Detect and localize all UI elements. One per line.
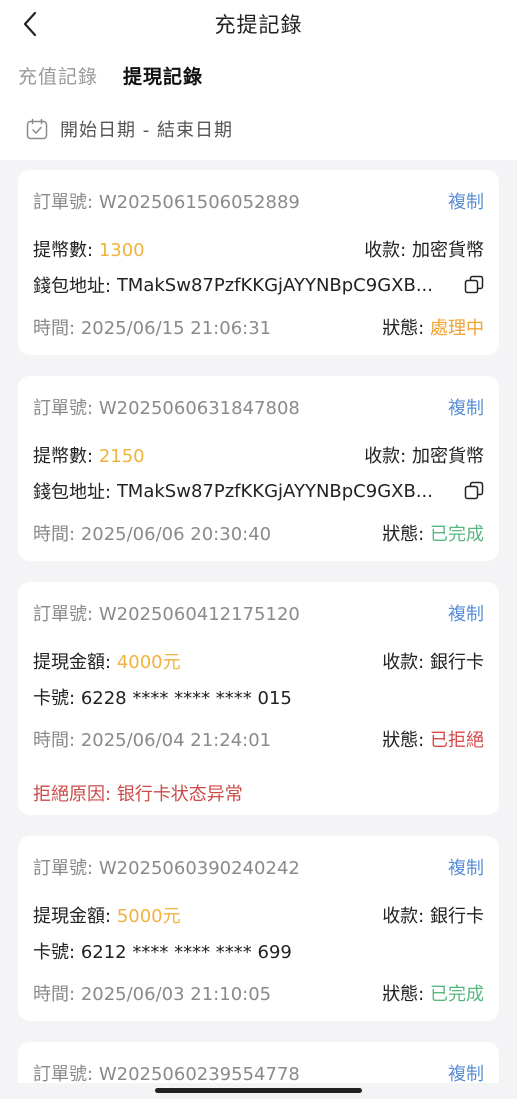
receive-method: 銀行卡: [430, 906, 484, 927]
date-range-label: 開始日期 - 結束日期: [60, 120, 233, 141]
time-value: 2025/06/06 20:30:40: [80, 524, 272, 545]
receive-method: 加密貨幣: [412, 446, 484, 467]
card-number-value: 6212 **** **** **** 699: [80, 942, 292, 963]
amount-label: 提現金額:: [33, 906, 112, 927]
date-range-picker[interactable]: 開始日期 - 結束日期: [26, 115, 233, 143]
status-badge: 已完成: [430, 984, 484, 1005]
order-number: W2025060390240242: [98, 858, 300, 879]
calendar-icon: [26, 118, 48, 140]
time-label: 時間:: [33, 984, 76, 1005]
copy-order-button[interactable]: 複制: [448, 188, 484, 214]
status-label: 狀態:: [382, 318, 425, 339]
wallet-address-value: TMakSw87PzfKKGjAYYNBpC9GXB...: [116, 480, 433, 502]
order-number: W2025060631847808: [98, 398, 300, 419]
order-number: W2025060412175120: [98, 604, 300, 625]
order-number: W2025061506052889: [98, 192, 300, 213]
receive-method: 銀行卡: [430, 652, 484, 673]
copy-order-button[interactable]: 複制: [448, 600, 484, 626]
page-title: 充提記錄: [214, 13, 303, 37]
withdraw-record-card: 訂單號: W2025060631847808 複制 提幣數: 2150 收款: …: [18, 376, 499, 561]
card-number-label: 卡號:: [33, 688, 76, 709]
tab-withdraw-records[interactable]: 提現記錄: [123, 62, 203, 89]
amount-value: 1300: [98, 240, 145, 261]
receive-method: 加密貨幣: [412, 240, 484, 261]
records-tabs: 充值記錄 提現記錄 開始日期 - 結束日期: [0, 50, 517, 160]
nav-bar: 充提記錄: [0, 0, 517, 50]
time-label: 時間:: [33, 318, 76, 339]
copy-icon[interactable]: [464, 481, 484, 501]
time-value: 2025/06/04 21:24:01: [80, 730, 272, 751]
status-label: 狀態:: [382, 984, 425, 1005]
amount-label: 提幣數:: [33, 446, 94, 467]
amount-label: 提幣數:: [33, 240, 94, 261]
time-label: 時間:: [33, 730, 76, 751]
card-number-value: 6228 **** **** **** 015: [80, 688, 292, 709]
receive-label: 收款:: [364, 446, 407, 467]
receive-label: 收款:: [382, 652, 425, 673]
order-label: 訂單號:: [33, 1064, 94, 1085]
copy-order-button[interactable]: 複制: [448, 394, 484, 420]
wallet-address-value: TMakSw87PzfKKGjAYYNBpC9GXB...: [116, 274, 433, 296]
card-number-label: 卡號:: [33, 942, 76, 963]
copy-icon[interactable]: [464, 275, 484, 295]
withdraw-record-card: 訂單號: W2025061506052889 複制 提幣數: 1300 收款: …: [18, 170, 499, 355]
withdraw-record-card: 訂單號: W2025060412175120 複制 提現金額: 4000元 收款…: [18, 582, 499, 815]
status-badge: 處理中: [430, 318, 484, 339]
tab-deposit-records[interactable]: 充值記錄: [18, 62, 98, 89]
reject-reason-label: 拒絕原因:: [33, 784, 112, 805]
time-value: 2025/06/03 21:10:05: [80, 984, 272, 1005]
amount-label: 提現金額:: [33, 652, 112, 673]
status-badge: 已完成: [430, 524, 484, 545]
withdraw-record-card: 訂單號: W2025060390240242 複制 提現金額: 5000元 收款…: [18, 836, 499, 1021]
wallet-address-label: 錢包地址:: [33, 482, 112, 503]
amount-value: 5000元: [116, 906, 181, 927]
copy-order-button[interactable]: 複制: [448, 854, 484, 880]
amount-value: 2150: [98, 446, 145, 467]
receive-label: 收款:: [382, 906, 425, 927]
amount-value: 4000元: [116, 652, 181, 673]
reject-reason-value: 银行卡状态异常: [116, 784, 243, 805]
order-label: 訂單號:: [33, 398, 94, 419]
receive-label: 收款:: [364, 240, 407, 261]
status-label: 狀態:: [382, 524, 425, 545]
home-indicator[interactable]: [155, 1088, 362, 1093]
order-number: W2025060239554778: [98, 1064, 300, 1085]
wallet-address-label: 錢包地址:: [33, 276, 112, 297]
order-label: 訂單號:: [33, 604, 94, 625]
time-label: 時間:: [33, 524, 76, 545]
order-label: 訂單號:: [33, 858, 94, 879]
order-label: 訂單號:: [33, 192, 94, 213]
status-badge: 已拒絕: [430, 730, 484, 751]
time-value: 2025/06/15 21:06:31: [80, 318, 272, 339]
status-label: 狀態:: [382, 730, 425, 751]
